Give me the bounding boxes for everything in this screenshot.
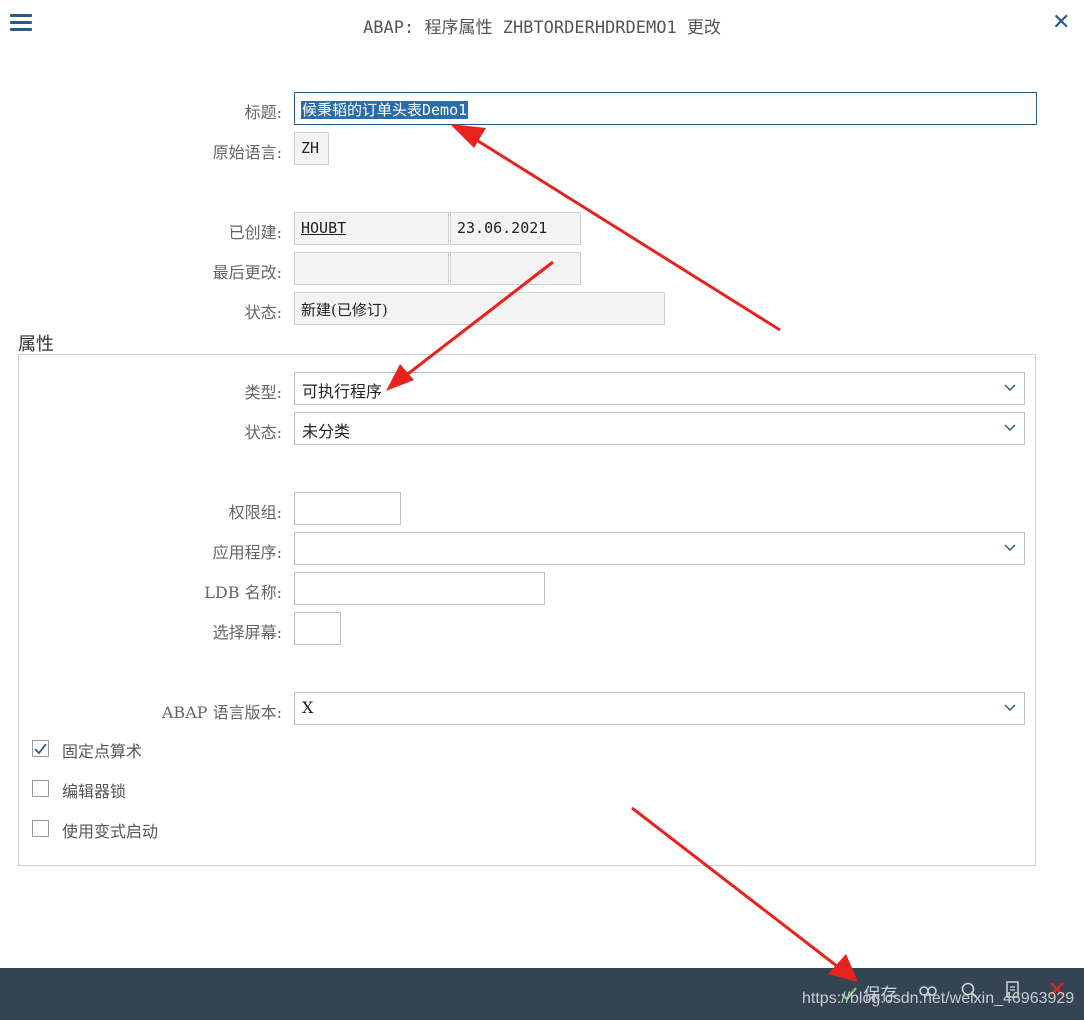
window-title: ABAP: 程序属性 ZHBTORDERHDRDEMO1 更改 <box>363 18 721 38</box>
auth-group-input[interactable] <box>294 492 401 525</box>
created-label: 已创建: <box>228 223 282 242</box>
editor-lock-checkbox[interactable] <box>32 780 49 797</box>
fixed-point-checkbox[interactable] <box>32 740 49 757</box>
abap-version-label: ABAP 语言版本: <box>161 703 282 722</box>
type-dropdown-value: 可执行程序 <box>302 382 383 401</box>
selection-screen-input[interactable] <box>294 612 341 645</box>
chevron-down-icon <box>1004 424 1016 432</box>
last-change-date-field <box>450 252 581 285</box>
title-input[interactable]: 候秉韬的订单头表Demo1 <box>294 92 1037 125</box>
attributes-group-title: 属性 <box>18 334 54 355</box>
created-user-link[interactable]: HOUBT <box>294 212 449 245</box>
status-label: 状态: <box>244 303 282 322</box>
start-with-variant-label: 使用变式启动 <box>62 822 159 841</box>
abap-version-value: X <box>302 698 314 717</box>
editor-lock-label: 编辑器锁 <box>62 782 127 801</box>
application-label: 应用程序: <box>212 543 282 562</box>
status-field: 新建(已修订) <box>294 292 665 325</box>
fixed-point-label: 固定点算术 <box>62 742 143 761</box>
start-with-variant-checkbox[interactable] <box>32 820 49 837</box>
chevron-down-icon <box>1004 544 1016 552</box>
attr-status-dropdown[interactable]: 未分类 <box>294 412 1025 445</box>
chevron-down-icon <box>1004 704 1016 712</box>
checkmark-icon <box>34 743 47 755</box>
last-change-label: 最后更改: <box>212 263 282 282</box>
ldb-name-input[interactable] <box>294 572 545 605</box>
watermark: https://blog.csdn.net/weixin_46963929 <box>802 990 1075 1007</box>
original-language-label: 原始语言: <box>212 143 282 162</box>
attr-status-dropdown-value: 未分类 <box>302 422 351 441</box>
last-change-user-field <box>294 252 449 285</box>
original-language-field: ZH <box>294 132 329 165</box>
auth-group-label: 权限组: <box>228 503 282 522</box>
close-icon[interactable]: ✕ <box>1052 10 1070 35</box>
attr-status-label: 状态: <box>244 423 282 442</box>
selection-screen-label: 选择屏幕: <box>212 623 282 642</box>
type-dropdown[interactable]: 可执行程序 <box>294 372 1025 405</box>
type-label: 类型: <box>244 383 282 402</box>
application-dropdown[interactable] <box>294 532 1025 565</box>
ldb-name-label: LDB 名称: <box>204 583 282 602</box>
title-label: 标题: <box>244 103 282 122</box>
created-date-field: 23.06.2021 <box>450 212 581 245</box>
chevron-down-icon <box>1004 384 1016 392</box>
title-input-text: 候秉韬的订单头表Demo1 <box>301 101 469 119</box>
abap-version-dropdown[interactable]: X <box>294 692 1025 725</box>
